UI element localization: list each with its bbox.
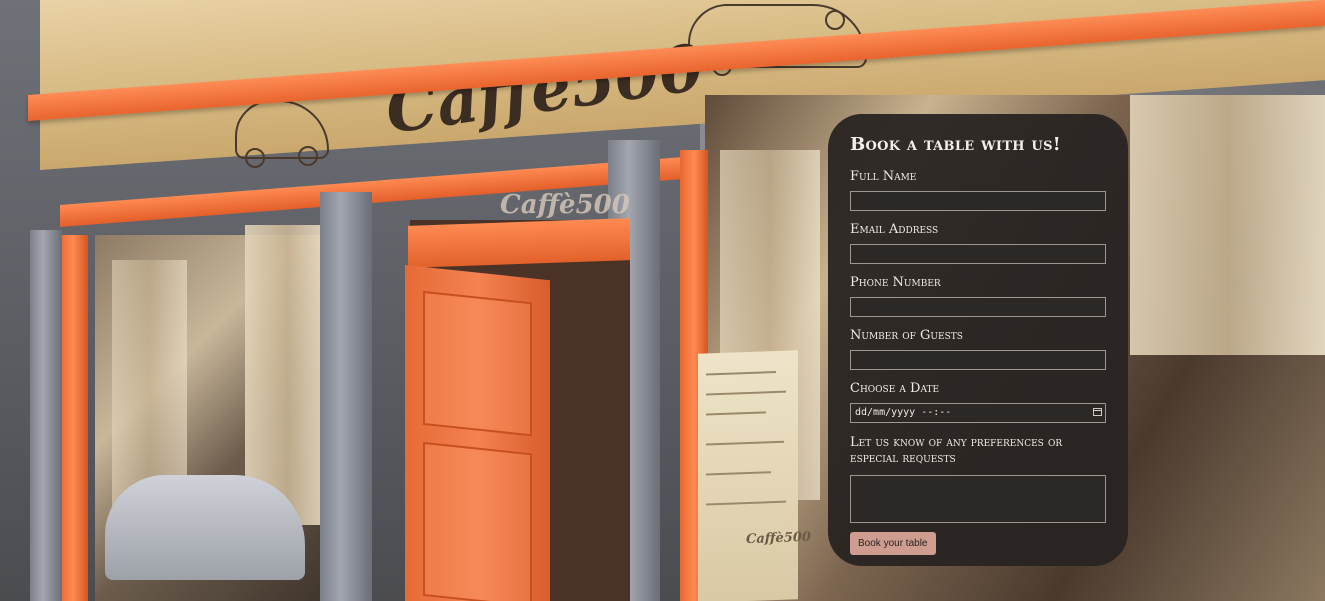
door-panel <box>423 441 532 601</box>
phone-label: Phone Number <box>850 275 941 290</box>
orange-door <box>405 265 550 601</box>
phone-input[interactable] <box>850 297 1106 317</box>
guests-input[interactable] <box>850 350 1106 370</box>
window-curtain <box>1130 95 1325 355</box>
door-logo: Caffè500 <box>500 190 630 220</box>
grey-pillar <box>30 230 62 601</box>
door-panel <box>423 290 532 437</box>
date-label: Choose a Date <box>850 381 940 396</box>
sketch-wheel-icon <box>825 10 845 30</box>
form-title: Book a table with us! <box>850 134 1061 155</box>
sketch-wheel-icon <box>245 148 265 168</box>
menu-text-line <box>706 440 784 446</box>
guests-label: Number of Guests <box>850 328 963 343</box>
menu-text-line <box>706 371 776 376</box>
requests-textarea[interactable] <box>850 475 1106 523</box>
booking-form: Book a table with us! Full Name Email Ad… <box>828 114 1128 566</box>
calendar-icon[interactable] <box>1093 408 1102 416</box>
full-name-label: Full Name <box>850 169 917 184</box>
grey-pillar <box>320 192 372 601</box>
book-table-button[interactable]: Book your table <box>850 532 936 555</box>
menu-text-line <box>706 471 771 476</box>
email-label: Email Address <box>850 222 939 237</box>
menu-card: Caffè500 <box>698 350 811 601</box>
menu-card-logo: Caffè500 <box>746 529 811 548</box>
menu-text-line <box>706 500 786 506</box>
reflected-car <box>105 475 305 580</box>
menu-text-line <box>706 390 786 396</box>
email-input[interactable] <box>850 244 1106 264</box>
date-input[interactable]: dd/mm/yyyy --:-- <box>850 403 1106 423</box>
orange-window-frame <box>58 235 88 601</box>
date-picker[interactable]: dd/mm/yyyy --:-- <box>850 403 1106 423</box>
door-lintel <box>408 218 630 268</box>
sketch-wheel-icon <box>298 146 318 166</box>
full-name-input[interactable] <box>850 191 1106 211</box>
requests-label: Let us know of any preferences or especi… <box>850 435 1063 466</box>
menu-text-line <box>706 411 766 416</box>
